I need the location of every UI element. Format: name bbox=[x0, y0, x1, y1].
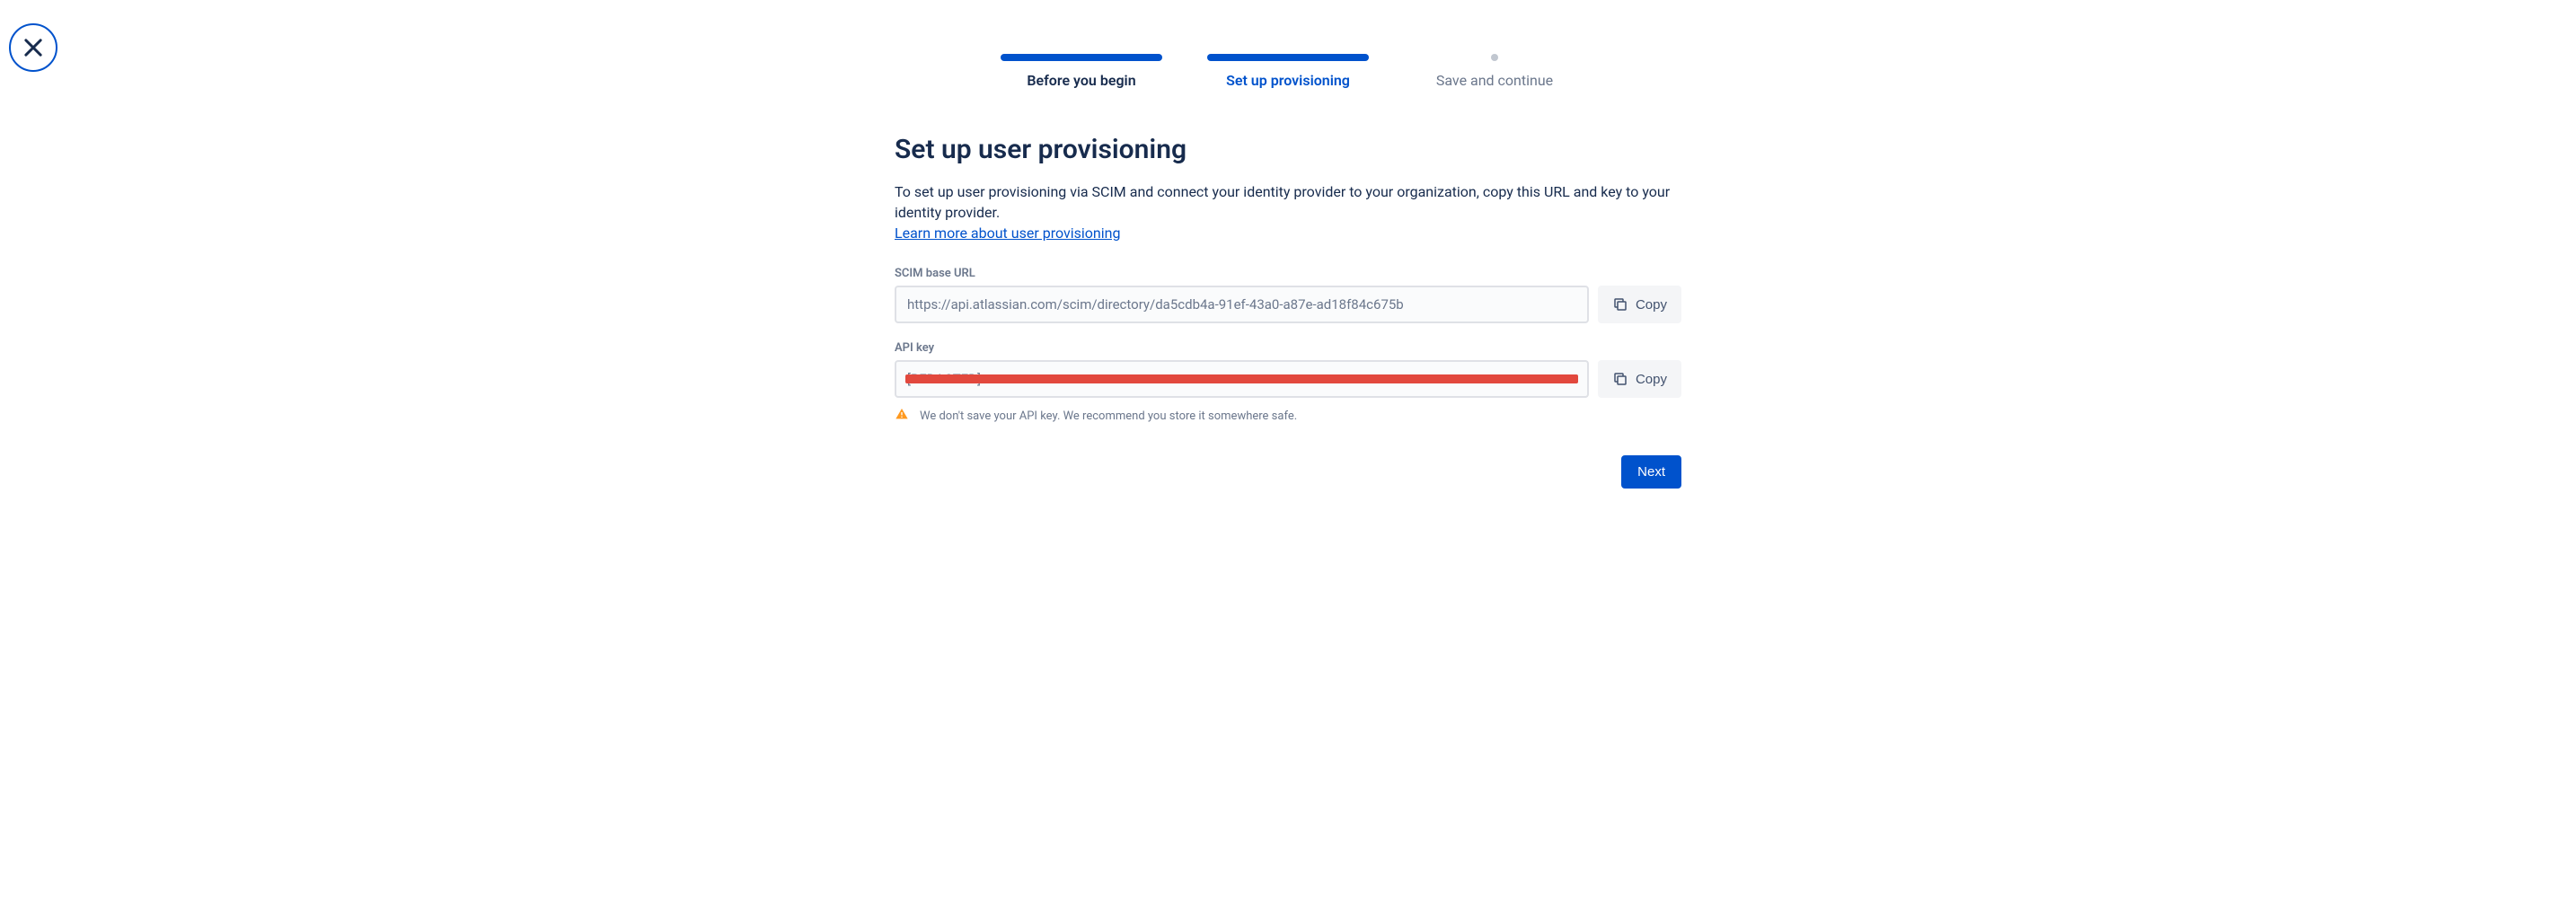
step-label: Set up provisioning bbox=[1226, 72, 1350, 89]
step-before-you-begin[interactable]: Before you begin bbox=[1001, 54, 1162, 89]
actions-row: Next bbox=[895, 455, 1681, 489]
warning-icon bbox=[895, 407, 909, 425]
step-set-up-provisioning[interactable]: Set up provisioning bbox=[1207, 54, 1369, 89]
step-progress-bar bbox=[1001, 54, 1162, 61]
copy-icon bbox=[1612, 296, 1628, 313]
step-progress-dot bbox=[1491, 54, 1498, 61]
api-key-row: Copy bbox=[895, 360, 1681, 398]
copy-icon bbox=[1612, 371, 1628, 387]
step-label: Save and continue bbox=[1436, 72, 1553, 89]
warning-text: We don't save your API key. We recommend… bbox=[920, 409, 1297, 423]
learn-more-link[interactable]: Learn more about user provisioning bbox=[895, 225, 1120, 242]
api-key-warning: We don't save your API key. We recommend… bbox=[895, 407, 1681, 425]
step-progress-bar bbox=[1207, 54, 1369, 61]
api-key-input-wrapper bbox=[895, 360, 1589, 398]
scim-url-label: SCIM base URL bbox=[895, 267, 1681, 280]
copy-scim-url-button[interactable]: Copy bbox=[1598, 286, 1681, 323]
scim-url-field-group: SCIM base URL Copy bbox=[895, 267, 1681, 323]
stepper: Before you begin Set up provisioning Sav… bbox=[893, 54, 1683, 89]
close-button[interactable] bbox=[9, 23, 57, 72]
api-key-field-group: API key Copy bbox=[895, 341, 1681, 425]
scim-url-row: Copy bbox=[895, 286, 1681, 323]
redaction-bar bbox=[905, 374, 1578, 383]
page-description: To set up user provisioning via SCIM and… bbox=[895, 181, 1681, 223]
main-container: Before you begin Set up provisioning Sav… bbox=[893, 0, 1683, 489]
page-title: Set up user provisioning bbox=[895, 134, 1681, 165]
copy-api-key-button[interactable]: Copy bbox=[1598, 360, 1681, 398]
step-dot-wrapper bbox=[1414, 54, 1575, 61]
scim-url-input[interactable] bbox=[895, 286, 1589, 323]
next-button[interactable]: Next bbox=[1621, 455, 1681, 489]
close-icon bbox=[21, 35, 46, 60]
copy-label: Copy bbox=[1636, 372, 1667, 387]
copy-label: Copy bbox=[1636, 297, 1667, 313]
api-key-label: API key bbox=[895, 341, 1681, 355]
content: Set up user provisioning To set up user … bbox=[893, 134, 1683, 489]
step-label: Before you begin bbox=[1027, 72, 1135, 89]
step-save-and-continue[interactable]: Save and continue bbox=[1414, 54, 1575, 89]
